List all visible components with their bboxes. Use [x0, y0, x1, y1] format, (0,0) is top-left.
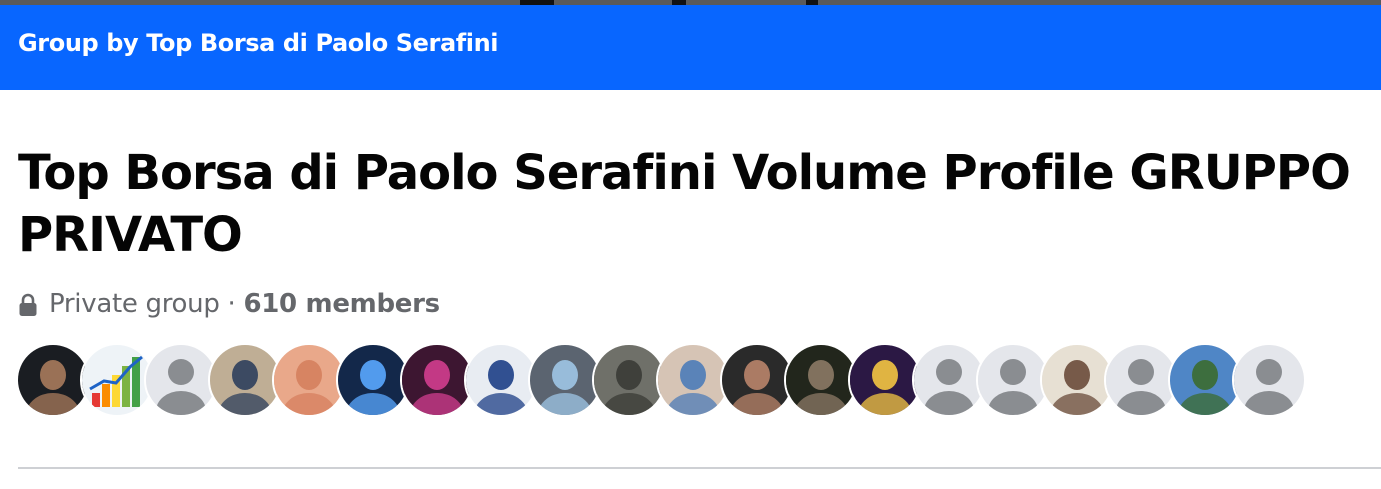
member-avatar[interactable] — [656, 343, 730, 417]
member-photo — [274, 345, 344, 415]
member-avatar-default[interactable] — [1104, 343, 1178, 417]
default-avatar-icon — [978, 345, 1048, 415]
member-photo — [1170, 345, 1240, 415]
member-avatar-default[interactable] — [144, 343, 218, 417]
section-divider — [18, 467, 1381, 469]
default-avatar-icon — [1234, 345, 1304, 415]
member-photo — [530, 345, 600, 415]
member-avatar[interactable] — [80, 343, 154, 417]
member-photo — [466, 345, 536, 415]
default-avatar-icon — [914, 345, 984, 415]
member-avatar[interactable] — [848, 343, 922, 417]
member-avatar[interactable] — [400, 343, 474, 417]
member-avatar[interactable] — [592, 343, 666, 417]
group-name: Top Borsa di Paolo Serafini Volume Profi… — [18, 145, 1351, 263]
page-header: Group by Top Borsa di Paolo Serafini — [0, 5, 1381, 90]
member-avatar[interactable] — [208, 343, 282, 417]
member-avatar[interactable] — [272, 343, 346, 417]
member-photo — [210, 345, 280, 415]
member-avatar[interactable] — [784, 343, 858, 417]
member-avatar-default[interactable] — [976, 343, 1050, 417]
member-photo — [850, 345, 920, 415]
member-avatar-default[interactable] — [912, 343, 986, 417]
lock-icon — [19, 293, 37, 316]
header-title[interactable]: Group by Top Borsa di Paolo Serafini — [18, 29, 499, 57]
group-meta: Private group · 610 members — [18, 284, 440, 324]
growth-chart-photo — [82, 345, 152, 415]
member-avatar[interactable] — [336, 343, 410, 417]
meta-separator: · — [219, 289, 244, 319]
member-photo — [722, 345, 792, 415]
member-avatar[interactable] — [720, 343, 794, 417]
member-photo — [338, 345, 408, 415]
member-photo — [594, 345, 664, 415]
member-avatar[interactable] — [528, 343, 602, 417]
default-avatar-icon — [1106, 345, 1176, 415]
member-avatar[interactable] — [16, 343, 90, 417]
member-photo — [786, 345, 856, 415]
privacy-label: Private group — [49, 289, 220, 319]
member-avatar[interactable] — [1040, 343, 1114, 417]
member-avatar[interactable] — [1168, 343, 1242, 417]
member-avatar-default[interactable] — [1232, 343, 1306, 417]
member-photo — [402, 345, 472, 415]
member-avatar[interactable] — [464, 343, 538, 417]
member-photo — [658, 345, 728, 415]
member-photo — [18, 345, 88, 415]
member-photo — [1042, 345, 1112, 415]
member-count[interactable]: 610 members — [243, 289, 440, 319]
default-avatar-icon — [146, 345, 216, 415]
